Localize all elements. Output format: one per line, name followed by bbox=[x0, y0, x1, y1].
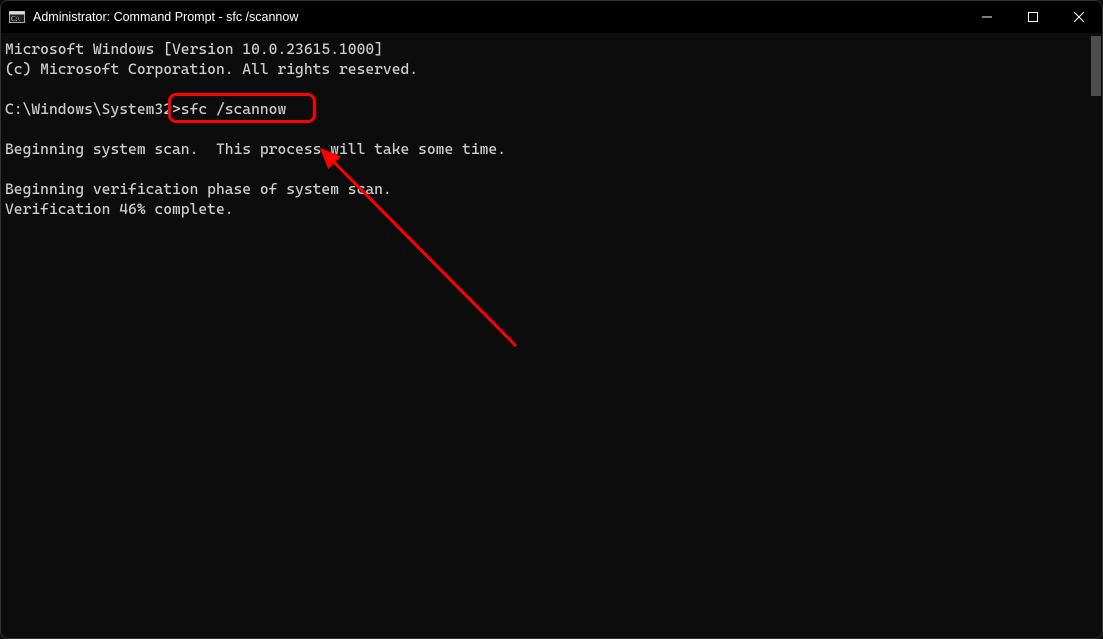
output-line-copyright: (c) Microsoft Corporation. All rights re… bbox=[5, 59, 1098, 79]
cmd-icon: C:\ bbox=[9, 9, 25, 25]
scrollbar[interactable] bbox=[1091, 36, 1101, 632]
scrollbar-thumb[interactable] bbox=[1091, 36, 1101, 96]
window-title: Administrator: Command Prompt - sfc /sca… bbox=[33, 10, 298, 24]
output-blank bbox=[5, 119, 1098, 139]
output-line-scan: Beginning system scan. This process will… bbox=[5, 139, 1098, 159]
svg-text:C:\: C:\ bbox=[11, 15, 20, 23]
output-line-version: Microsoft Windows [Version 10.0.23615.10… bbox=[5, 39, 1098, 59]
terminal-output[interactable]: Microsoft Windows [Version 10.0.23615.10… bbox=[1, 33, 1102, 638]
output-blank bbox=[5, 159, 1098, 179]
command-prompt-window: C:\ Administrator: Command Prompt - sfc … bbox=[0, 0, 1103, 639]
output-blank bbox=[5, 79, 1098, 99]
output-line-verify: Beginning verification phase of system s… bbox=[5, 179, 1098, 199]
entered-command: sfc /scannow bbox=[181, 100, 286, 118]
prompt-line: C:\Windows\System32>sfc /scannow bbox=[5, 99, 1098, 119]
close-button[interactable] bbox=[1056, 1, 1102, 33]
prompt-path: C:\Windows\System32> bbox=[5, 100, 181, 118]
output-line-progress: Verification 46% complete. bbox=[5, 199, 1098, 219]
maximize-button[interactable] bbox=[1010, 1, 1056, 33]
titlebar[interactable]: C:\ Administrator: Command Prompt - sfc … bbox=[1, 1, 1102, 33]
minimize-button[interactable] bbox=[964, 1, 1010, 33]
